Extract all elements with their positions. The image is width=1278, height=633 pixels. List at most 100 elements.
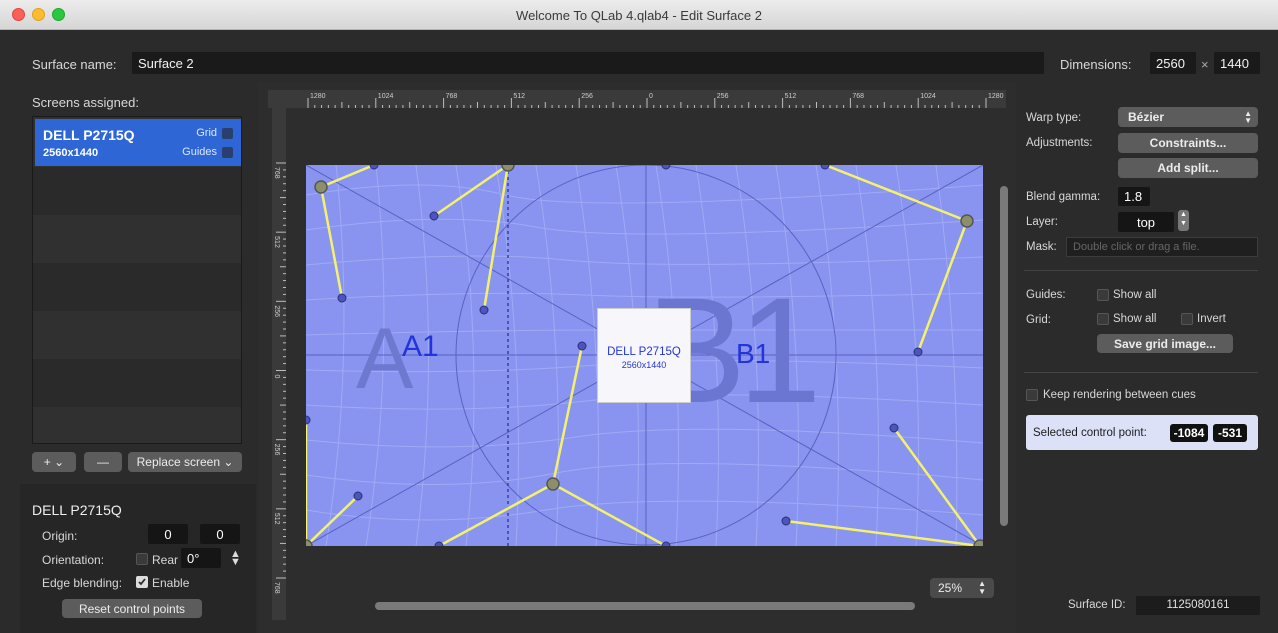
grid-option-label: Grid xyxy=(196,127,217,139)
ruler-tick-label: 256 xyxy=(273,305,280,317)
ruler-tick-label: 0 xyxy=(649,93,653,100)
edge-blending-checkbox[interactable] xyxy=(136,576,148,588)
list-row-empty xyxy=(33,263,241,311)
mask-file-input[interactable]: Double click or drag a file. xyxy=(1066,237,1258,257)
warp-type-value: Bézier xyxy=(1128,110,1165,124)
ruler-tick-label: 768 xyxy=(273,167,280,179)
warp-type-stepper-icon: ▲ ▼ xyxy=(1244,109,1252,125)
ruler-tick-label: 768 xyxy=(852,93,864,100)
dimensions-times: × xyxy=(1201,57,1209,72)
screens-assigned-label: Screens assigned: xyxy=(32,95,139,110)
screen-detail-title: DELL P2715Q xyxy=(32,502,122,518)
mask-label: Mask: xyxy=(1026,241,1057,253)
guides-show-all-checkbox[interactable] xyxy=(1097,289,1109,301)
ruler-top-ticks: 1280 1024 768 512 256 0 256 512 768 1024 1280 xyxy=(307,93,1004,108)
rotation-stepper-icon[interactable]: ▲ ▼ xyxy=(230,549,241,568)
ruler-tick-label: 256 xyxy=(581,93,593,100)
grid-show-all-checkbox[interactable] xyxy=(1097,313,1109,325)
checkmark-icon xyxy=(138,578,146,586)
grid-invert-label: Invert xyxy=(1197,313,1226,325)
zoom-value: 25% xyxy=(938,581,963,595)
list-row-empty xyxy=(33,359,241,407)
layer-label: Layer: xyxy=(1026,216,1058,228)
reset-control-points-button[interactable]: Reset control points xyxy=(62,599,202,618)
adjustments-label: Adjustments: xyxy=(1026,137,1093,149)
save-grid-image-button[interactable]: Save grid image... xyxy=(1097,334,1233,353)
screen-list-item-selected[interactable]: DELL P2715Q 2560x1440 Grid Guides xyxy=(35,119,241,166)
screens-list[interactable]: DELL P2715Q 2560x1440 Grid Guides xyxy=(32,116,242,444)
vertical-scrollbar[interactable] xyxy=(1000,186,1008,526)
dimensions-label: Dimensions: xyxy=(1060,57,1132,72)
zoom-select[interactable]: 25% ▲ ▼ xyxy=(930,578,994,598)
dimension-width-input[interactable]: 2560 xyxy=(1150,52,1196,74)
ruler-tick-label: 1024 xyxy=(920,93,936,100)
rear-label: Rear xyxy=(152,553,179,567)
ruler-tick-label: 512 xyxy=(785,93,797,100)
center-screen-name: DELL P2715Q xyxy=(607,346,681,358)
blend-gamma-input[interactable]: 1.8 xyxy=(1118,187,1150,206)
ruler-tick-label: 256 xyxy=(717,93,729,100)
selected-control-point-label: Selected control point: xyxy=(1033,427,1147,439)
guides-option-label: Guides xyxy=(182,146,217,158)
origin-x-input[interactable]: 0 xyxy=(148,524,188,544)
surface-name-input[interactable]: Surface 2 xyxy=(132,52,1044,74)
grid-invert-checkbox[interactable] xyxy=(1181,313,1193,325)
remove-screen-button[interactable]: — xyxy=(84,452,122,472)
surface-id-value: 1125080161 xyxy=(1136,596,1260,615)
rotation-select[interactable]: 0° xyxy=(181,548,221,568)
separator xyxy=(1024,372,1258,373)
screen-item-name: DELL P2715Q xyxy=(43,127,135,143)
guides-checkbox[interactable] xyxy=(222,147,233,158)
constraints-button[interactable]: Constraints... xyxy=(1118,133,1258,153)
ruler-tick-label: 1024 xyxy=(378,93,394,100)
edge-blending-label: Edge blending: xyxy=(42,576,123,590)
enable-label: Enable xyxy=(152,576,190,590)
screen-label-a1: A1 xyxy=(402,330,439,363)
surface-name-label: Surface name: xyxy=(32,57,117,72)
title-bar: Welcome To QLab 4.qlab4 - Edit Surface 2 xyxy=(0,0,1278,30)
surface-preview[interactable]: A A1 B1 B1 DELL P2715Q 2560x1440 xyxy=(306,165,983,546)
screen-label-b1: B1 xyxy=(736,338,771,369)
guides-label: Guides: xyxy=(1026,289,1066,301)
keep-rendering-checkbox[interactable] xyxy=(1026,389,1038,401)
ruler-tick-label: 768 xyxy=(446,93,458,100)
grid-show-all-label: Show all xyxy=(1113,313,1157,325)
blend-gamma-label: Blend gamma: xyxy=(1026,191,1101,203)
ruler-tick-label: 768 xyxy=(273,582,280,594)
list-row-empty xyxy=(33,167,241,215)
warp-type-select[interactable]: Bézier ▲ ▼ xyxy=(1118,107,1258,127)
warp-type-label: Warp type: xyxy=(1026,112,1082,124)
dimension-height-input[interactable]: 1440 xyxy=(1214,52,1260,74)
grid-checkbox[interactable] xyxy=(222,128,233,139)
origin-y-input[interactable]: 0 xyxy=(200,524,240,544)
zoom-stepper-icon: ▲ ▼ xyxy=(978,579,986,596)
center-screen-res: 2560x1440 xyxy=(621,360,667,370)
ruler-tick-label: 512 xyxy=(273,513,280,525)
layer-input[interactable]: top xyxy=(1118,212,1174,232)
ruler-tick-label: 512 xyxy=(273,236,280,248)
horizontal-scrollbar[interactable] xyxy=(375,602,915,610)
ruler-tick-label: 1280 xyxy=(988,93,1004,100)
ruler-tick-label: 1280 xyxy=(310,93,326,100)
origin-label: Origin: xyxy=(42,529,78,543)
add-split-button[interactable]: Add split... xyxy=(1118,158,1258,178)
window-title: Welcome To QLab 4.qlab4 - Edit Surface 2 xyxy=(516,8,762,23)
grid-label: Grid: xyxy=(1026,314,1051,326)
center-screen-box: DELL P2715Q 2560x1440 xyxy=(597,308,691,403)
selected-cp-y-input[interactable]: -531 xyxy=(1213,424,1247,442)
rear-checkbox[interactable] xyxy=(136,553,148,565)
edit-surface-window: Welcome To QLab 4.qlab4 - Edit Surface 2… xyxy=(0,0,1278,633)
ruler-top: 1280 1024 768 512 256 0 256 512 768 1024 1280 xyxy=(268,90,1006,108)
ruler-tick-label: 256 xyxy=(273,444,280,456)
ruler-left-ticks: 768 512 256 0 256 512 768 xyxy=(273,162,286,594)
replace-screen-button[interactable]: Replace screen ⌄ xyxy=(128,452,242,472)
ruler-left: 768 512 256 0 256 512 768 xyxy=(272,108,286,620)
add-screen-button[interactable]: + ⌄ xyxy=(32,452,76,472)
selected-control-point-panel: Selected control point: -1084 -531 xyxy=(1026,415,1258,450)
surface-id-label: Surface ID: xyxy=(1068,599,1126,611)
keep-rendering-label: Keep rendering between cues xyxy=(1043,389,1196,401)
ruler-tick-label: 512 xyxy=(513,93,525,100)
layer-stepper-icon[interactable]: ▲ ▼ xyxy=(1178,210,1189,231)
selected-cp-x-input[interactable]: -1084 xyxy=(1170,424,1208,442)
guides-show-all-label: Show all xyxy=(1113,289,1157,301)
